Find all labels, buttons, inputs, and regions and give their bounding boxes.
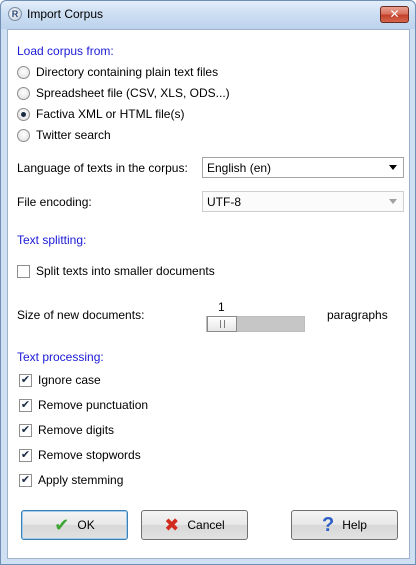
close-button[interactable]: ✕ [380,6,409,23]
language-value: English (en) [207,160,272,175]
size-slider[interactable] [206,316,305,332]
checkbox-label: Split texts into smaller documents [36,264,215,278]
text-splitting-heading: Text splitting: [17,233,87,247]
slider-handle[interactable] [207,316,237,332]
ok-button[interactable]: ✔ OK [21,510,128,540]
radio-label: Spreadsheet file (CSV, XLS, ODS...) [36,86,230,100]
dialog-body: Load corpus from: Directory containing p… [7,29,410,559]
import-corpus-dialog: R Import Corpus ✕ Load corpus from: Dire… [0,0,416,565]
cancel-label: Cancel [187,518,225,532]
ignore-case-checkbox[interactable]: ✔ Ignore case [19,372,101,388]
slider-value: 1 [218,300,225,314]
radio-directory[interactable]: Directory containing plain text files [17,64,218,80]
language-select[interactable]: English (en) [202,157,404,178]
radio-label: Factiva XML or HTML file(s) [36,107,185,121]
r-app-icon: R [8,7,22,21]
cancel-button[interactable]: ✖ Cancel [141,510,248,540]
slider-unit-label: paragraphs [327,308,388,322]
checkbox-checked[interactable]: ✔ [19,373,32,387]
radio-label: Twitter search [36,128,111,142]
ok-label: OK [77,518,95,532]
radio-button[interactable] [17,65,30,79]
radio-factiva[interactable]: Factiva XML or HTML file(s) [17,106,184,122]
language-label: Language of texts in the corpus: [17,161,188,175]
window-title: Import Corpus [27,7,104,21]
chevron-down-icon[interactable] [389,199,397,204]
radio-button[interactable] [17,128,30,142]
title-bar[interactable]: R Import Corpus ✕ [1,1,415,29]
checkbox-checked[interactable]: ✔ [19,473,32,487]
radio-spreadsheet[interactable]: Spreadsheet file (CSV, XLS, ODS...) [17,85,230,101]
checkbox-label: Ignore case [38,373,101,387]
remove-stopwords-checkbox[interactable]: ✔ Remove stopwords [19,447,141,463]
checkbox-label: Remove punctuation [38,398,149,412]
encoding-label: File encoding: [17,195,92,209]
size-label: Size of new documents: [17,308,145,322]
radio-twitter[interactable]: Twitter search [17,127,111,143]
checkbox-label: Remove digits [38,423,115,437]
remove-punctuation-checkbox[interactable]: ✔ Remove punctuation [19,397,148,413]
checkbox-checked[interactable]: ✔ [19,398,32,412]
help-button[interactable]: ? Help [291,510,398,540]
checkbox-label: Remove stopwords [38,448,141,462]
text-processing-heading: Text processing: [17,350,104,364]
encoding-value: UTF-8 [207,194,241,209]
help-question-icon: ? [322,514,335,536]
remove-digits-checkbox[interactable]: ✔ Remove digits [19,422,114,438]
checkbox[interactable] [17,264,30,278]
radio-button[interactable] [17,86,30,100]
radio-button-selected[interactable] [17,107,30,121]
radio-label: Directory containing plain text files [36,65,219,79]
split-texts-checkbox[interactable]: Split texts into smaller documents [17,263,215,279]
load-corpus-heading: Load corpus from: [17,44,114,58]
apply-stemming-checkbox[interactable]: ✔ Apply stemming [19,472,123,488]
checkbox-checked[interactable]: ✔ [19,448,32,462]
checkbox-checked[interactable]: ✔ [19,423,32,437]
help-label: Help [342,518,367,532]
chevron-down-icon[interactable] [389,165,397,170]
checkmark-icon: ✔ [54,515,70,535]
checkbox-label: Apply stemming [38,473,124,487]
encoding-select[interactable]: UTF-8 [202,191,404,212]
cancel-x-icon: ✖ [164,515,180,535]
